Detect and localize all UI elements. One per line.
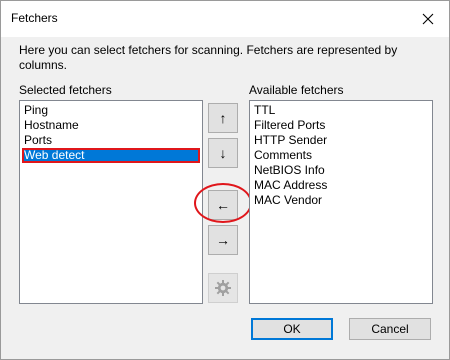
list-item[interactable]: HTTP Sender <box>250 133 432 148</box>
description-text: Here you can select fetchers for scannin… <box>19 43 398 72</box>
arrow-left-icon: ← <box>216 197 230 213</box>
gear-icon <box>215 280 231 296</box>
list-item[interactable]: Comments <box>250 148 432 163</box>
list-item[interactable]: Filtered Ports <box>250 118 432 133</box>
cancel-button[interactable]: Cancel <box>349 318 431 340</box>
list-item[interactable]: MAC Vendor <box>250 193 432 208</box>
window-title: Fetchers <box>11 11 58 25</box>
close-icon <box>422 13 434 25</box>
selected-fetchers-list[interactable]: Ping Hostname Ports Web detect <box>19 100 203 304</box>
close-button[interactable] <box>407 1 449 37</box>
list-item[interactable]: NetBIOS Info <box>250 163 432 178</box>
arrow-right-icon: → <box>216 232 230 248</box>
fetchers-dialog: Fetchers Here you can select fetchers fo… <box>0 0 450 360</box>
selected-fetchers-label: Selected fetchers <box>19 83 112 97</box>
list-item[interactable]: Hostname <box>20 118 202 133</box>
arrow-up-icon: ↑ <box>219 110 227 126</box>
add-fetcher-button[interactable]: → <box>208 225 238 255</box>
ok-button[interactable]: OK <box>251 318 333 340</box>
available-fetchers-list[interactable]: TTL Filtered Ports HTTP Sender Comments … <box>249 100 433 304</box>
list-item[interactable]: TTL <box>250 103 432 118</box>
list-item[interactable]: MAC Address <box>250 178 432 193</box>
title-bar: Fetchers <box>1 1 449 37</box>
list-item[interactable]: Ping <box>20 103 202 118</box>
available-fetchers-label: Available fetchers <box>249 83 344 97</box>
list-item-selected[interactable]: Web detect <box>22 148 200 163</box>
arrow-down-icon: ↓ <box>219 145 227 161</box>
fetcher-options-button[interactable] <box>208 273 238 303</box>
move-down-button[interactable]: ↓ <box>208 138 238 168</box>
move-up-button[interactable]: ↑ <box>208 103 238 133</box>
list-item[interactable]: Ports <box>20 133 202 148</box>
remove-fetcher-button[interactable]: ← <box>208 190 238 220</box>
